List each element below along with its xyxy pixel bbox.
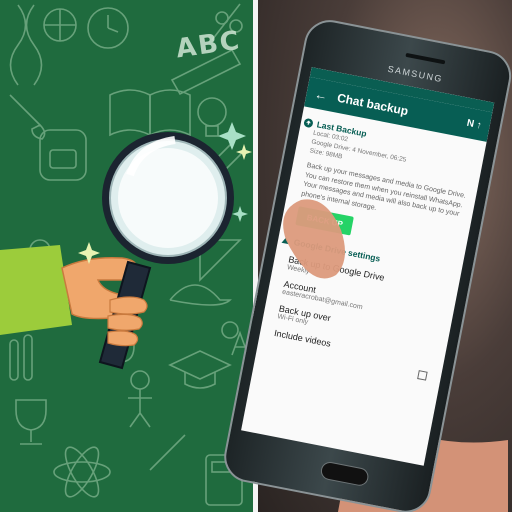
image-canvas: ABC SAMSUNG ← Chat backup N ↑ Last Backu…: [0, 0, 512, 512]
thumb: [283, 199, 345, 279]
sparkle-icon: [218, 122, 246, 150]
sleeve: [0, 245, 72, 335]
